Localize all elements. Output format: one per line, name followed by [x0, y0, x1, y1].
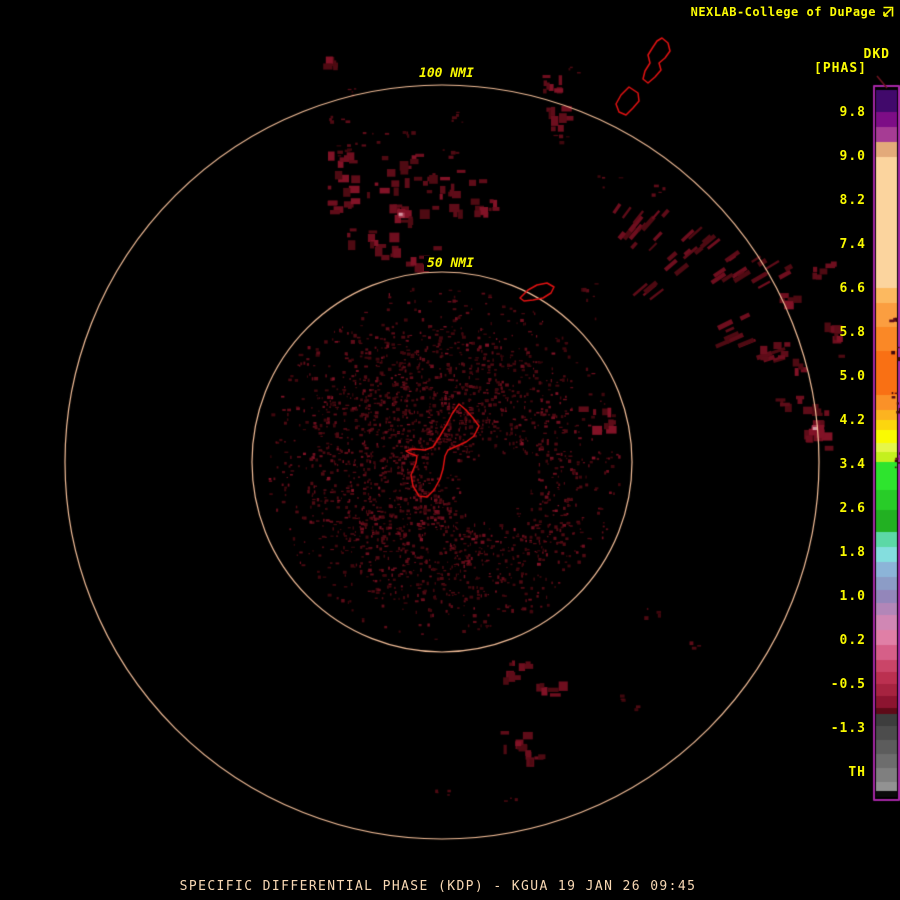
product-code-label: DKD	[864, 47, 890, 62]
brand-header: NEXLAB-College of DuPage	[691, 5, 894, 19]
external-link-icon[interactable]	[881, 6, 894, 19]
units-label: [PHAS]	[814, 61, 867, 76]
product-caption: SPECIFIC DIFFERENTIAL PHASE (KDP) - KGUA…	[0, 879, 888, 894]
radar-screen: NEXLAB-College of DuPage DKD [PHAS] 9.89…	[0, 0, 900, 900]
ring-label-50nmi: 50 NMI	[424, 256, 477, 271]
brand-text: NEXLAB-College of DuPage	[691, 5, 876, 19]
radar-display-canvas	[0, 0, 900, 900]
ring-label-100nmi: 100 NMI	[416, 66, 477, 81]
